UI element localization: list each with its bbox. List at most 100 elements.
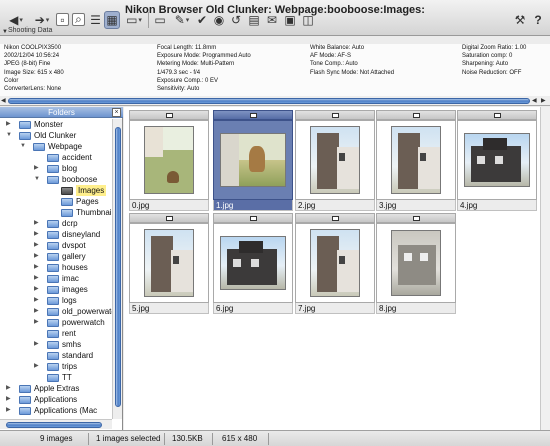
disclosure-closed-icon[interactable]: ▶ <box>6 394 11 405</box>
folders-vertical-scrollbar[interactable] <box>112 119 122 419</box>
disclosure-open-icon[interactable]: ▼ <box>6 130 12 141</box>
disclosure-closed-icon[interactable]: ▶ <box>34 240 39 251</box>
folder-tree-item[interactable]: ▶ dvspot <box>0 240 112 251</box>
thumbnail-frame[interactable] <box>295 120 375 200</box>
photo-thumbnail[interactable] <box>310 229 360 297</box>
folder-tree-item[interactable]: rent <box>0 328 112 339</box>
folders-horizontal-scrollbar[interactable] <box>0 419 112 429</box>
disclosure-closed-icon[interactable]: ▶ <box>34 339 39 350</box>
photo-thumbnail[interactable] <box>220 236 286 290</box>
thumbnail-frame[interactable] <box>376 120 456 200</box>
thumbnail-view-icon[interactable]: ▦ <box>104 11 120 29</box>
disclosure-closed-icon[interactable]: ▶ <box>34 262 39 273</box>
thumbnail-frame[interactable] <box>213 120 293 200</box>
folder-tree-item[interactable]: ▶ powerwatch <box>0 317 112 328</box>
thumbnail-item[interactable]: 1.jpg <box>213 110 293 212</box>
disclosure-closed-icon[interactable]: ▶ <box>6 405 11 416</box>
thumbnail-item[interactable]: 4.jpg <box>457 110 537 212</box>
folder-tree-item[interactable]: ▼ Old Clunker <box>0 130 112 141</box>
photo-thumbnail[interactable] <box>391 126 441 194</box>
scrollbar-thumb[interactable] <box>8 98 530 104</box>
folder-tree-item[interactable]: Thumbnails <box>0 207 112 218</box>
list-view-icon[interactable]: ☰ <box>88 11 103 29</box>
folder-tree-item[interactable]: ▶ dcrp <box>0 218 112 229</box>
folder-tree-item[interactable]: standard <box>0 350 112 361</box>
folder-tree-item[interactable]: Pages <box>0 196 112 207</box>
folder-tree-item[interactable]: ▼ booboose <box>0 174 112 185</box>
thumbnail-frame[interactable] <box>129 223 209 303</box>
disclosure-closed-icon[interactable]: ▶ <box>34 284 39 295</box>
photo-thumbnail[interactable] <box>464 133 530 187</box>
help-icon[interactable]: ? <box>530 11 546 29</box>
folder-tree-item[interactable]: accident <box>0 152 112 163</box>
disclosure-closed-icon[interactable]: ▶ <box>34 218 39 229</box>
edit-icon[interactable]: ✎ ▾ <box>170 11 194 29</box>
thumbnail-frame[interactable] <box>295 223 375 303</box>
disclosure-closed-icon[interactable]: ▶ <box>34 306 39 317</box>
web-icon[interactable]: ◫ <box>300 11 316 29</box>
disclosure-closed-icon[interactable]: ▶ <box>6 383 11 394</box>
folder-tree-item[interactable]: ▶ disneyland <box>0 229 112 240</box>
folder-tree-item[interactable]: ▼ Webpage <box>0 141 112 152</box>
print-icon[interactable]: ▤ <box>246 11 262 29</box>
shooting-horizontal-scrollbar[interactable]: ◀ ◀ ▶ <box>0 96 550 106</box>
thumbnail-item[interactable]: 0.jpg <box>129 110 209 212</box>
folder-tree-item[interactable]: ▶ Applications (Mac <box>0 405 112 416</box>
scrollbar-thumb[interactable] <box>6 422 102 428</box>
rotate-left-icon[interactable]: ↺ <box>228 11 244 29</box>
folder-tree-item[interactable]: ▶ Monster <box>0 119 112 130</box>
folder-tree-item[interactable]: ▶ houses <box>0 262 112 273</box>
close-icon[interactable]: × <box>112 108 121 117</box>
thumbnail-frame[interactable] <box>129 120 209 200</box>
scroll-left-icon[interactable]: ◀ <box>532 97 537 104</box>
thumbnail-item[interactable]: 6.jpg <box>213 213 293 315</box>
disclosure-open-icon[interactable]: ▼ <box>20 141 26 152</box>
photo-thumbnail[interactable] <box>144 126 194 194</box>
scroll-left-icon[interactable]: ◀ <box>1 97 6 104</box>
thumbnail-item[interactable]: 2.jpg <box>295 110 375 212</box>
photo-thumbnail[interactable] <box>144 229 194 297</box>
folder-tree-item[interactable]: ▶ images <box>0 284 112 295</box>
photo-icon[interactable]: ▭ ▾ <box>122 11 146 29</box>
thumbnail-item[interactable]: 5.jpg <box>129 213 209 315</box>
folder-tree-item[interactable]: ▶ smhs <box>0 339 112 350</box>
scrollbar-thumb[interactable] <box>115 127 121 407</box>
folder-tree-item[interactable]: ▶ old_powerwatch <box>0 306 112 317</box>
folder-tree-item[interactable]: ▶ imac <box>0 273 112 284</box>
thumbnail-frame[interactable] <box>213 223 293 303</box>
thumbnail-frame[interactable] <box>457 120 537 200</box>
folder-tree-item[interactable]: ▶ Applications <box>0 394 112 405</box>
thumbnail-item[interactable]: 8.jpg <box>376 213 456 315</box>
thumbnail-item[interactable]: 7.jpg <box>295 213 375 315</box>
disclosure-closed-icon[interactable]: ▶ <box>34 229 39 240</box>
folder-tree-item[interactable]: ▶ logs <box>0 295 112 306</box>
folder-tree-item[interactable]: ▶ trips <box>0 361 112 372</box>
photo-thumbnail[interactable] <box>310 126 360 194</box>
disclosure-open-icon[interactable]: ▼ <box>34 174 40 185</box>
disclosure-closed-icon[interactable]: ▶ <box>34 273 39 284</box>
disclosure-closed-icon[interactable]: ▶ <box>34 251 39 262</box>
thumbnail-vertical-scrollbar[interactable] <box>540 107 550 430</box>
folder-tree-item[interactable]: Images <box>0 185 112 196</box>
disclosure-closed-icon[interactable]: ▶ <box>34 317 39 328</box>
crop-icon[interactable]: ▣ <box>282 11 298 29</box>
disclosure-closed-icon[interactable]: ▶ <box>34 361 39 372</box>
disclosure-closed-icon[interactable]: ▶ <box>34 163 39 174</box>
transfer-icon[interactable]: ◉ <box>211 11 227 29</box>
photo-thumbnail[interactable] <box>220 133 286 187</box>
thumbnail-frame[interactable] <box>376 223 456 303</box>
scroll-right-icon[interactable]: ▶ <box>541 97 546 104</box>
search-icon[interactable]: ⌕ <box>72 12 85 26</box>
disclosure-closed-icon[interactable]: ▶ <box>34 295 39 306</box>
folder-tree-item[interactable]: ▶ blog <box>0 163 112 174</box>
checkmark-icon[interactable]: ✔ <box>195 11 209 29</box>
folder-tree-item[interactable]: ▶ Apple Extras <box>0 383 112 394</box>
email-icon[interactable]: ✉ <box>264 11 280 29</box>
folder-icon[interactable]: ▭ <box>152 11 168 29</box>
view-icon[interactable]: ▫ <box>56 13 69 27</box>
tools-icon[interactable]: ⚒ <box>512 11 528 29</box>
folder-tree-item[interactable]: ▶ gallery <box>0 251 112 262</box>
thumbnail-item[interactable]: 3.jpg <box>376 110 456 212</box>
photo-thumbnail[interactable] <box>391 230 441 296</box>
disclosure-closed-icon[interactable]: ▶ <box>6 119 11 130</box>
